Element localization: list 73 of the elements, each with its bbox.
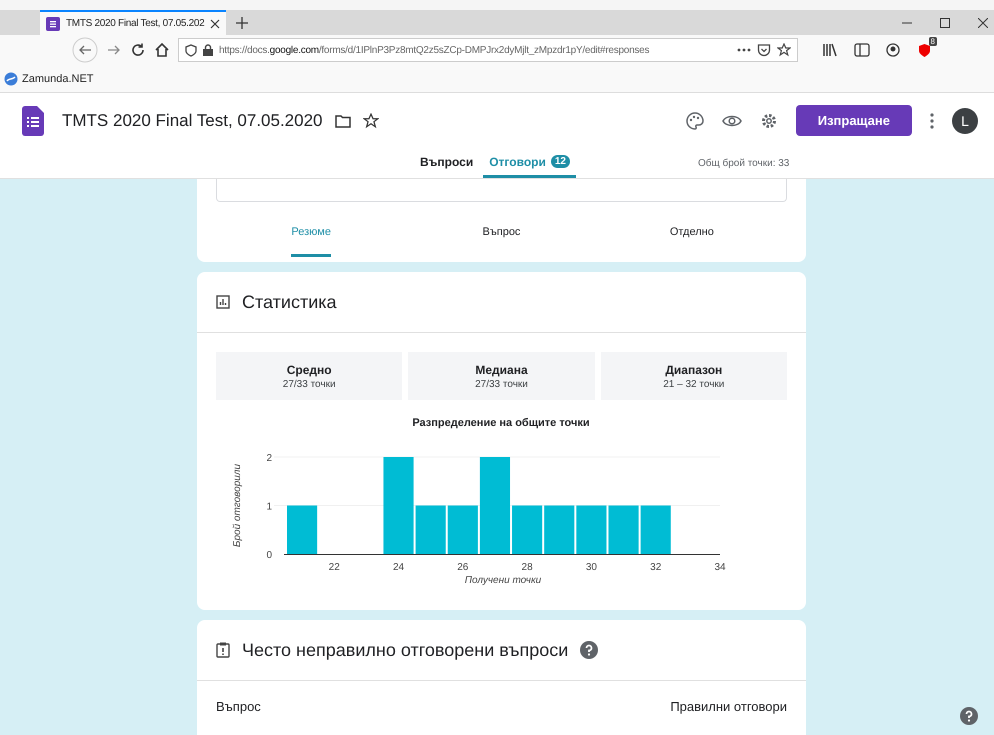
star-icon[interactable] [777, 43, 791, 57]
histogram-bar [640, 506, 671, 554]
help-icon[interactable] [960, 707, 978, 725]
help-icon[interactable] [580, 641, 598, 659]
view-tab[interactable]: Резюме [216, 202, 406, 262]
avatar[interactable]: L [952, 108, 978, 134]
card-title: Статистика [242, 292, 337, 312]
address-bar[interactable]: https://docs.google.com/forms/d/1IPlnP3Pz8mtQ2z5sZCp-DMPJrx2dyMjlt_zMpzdr1pY/edit#responses [178, 38, 798, 62]
y-tick-label: 2 [266, 453, 272, 464]
back-icon[interactable] [72, 37, 98, 63]
forms-icon [46, 16, 60, 30]
x-tick-label: 30 [586, 562, 597, 573]
total-points: Общ брой точки: 33 [698, 158, 790, 168]
chart-title: Разпределение на общите точки [412, 417, 590, 429]
stat-label: Диапазон [665, 362, 722, 376]
pocket-icon[interactable] [757, 43, 771, 57]
more-icon[interactable] [737, 48, 751, 52]
browser-tab[interactable]: TMTS 2020 Final Test, 07.05.202 [40, 10, 226, 35]
extension-badge: 8 [928, 36, 937, 46]
stat-value: 27/33 точки [282, 378, 336, 390]
y-tick-label: 1 [266, 502, 272, 512]
send-button[interactable]: Изпращане [796, 105, 912, 136]
x-tick-label: 26 [457, 562, 468, 573]
clipboard-alert-icon [216, 642, 230, 658]
card-title: Често неправилно отговорени въпроси [242, 640, 568, 660]
histogram-bar [448, 506, 478, 554]
lock-icon [203, 44, 213, 56]
globe-icon [4, 72, 18, 86]
x-tick-label: 34 [714, 562, 726, 573]
x-tick-label: 24 [392, 562, 404, 573]
column-header: Правилни отговори [670, 699, 787, 714]
stat-value: 27/33 точки [475, 378, 528, 390]
histogram-bar [287, 506, 318, 554]
reload-icon[interactable] [130, 42, 146, 58]
stat-label: Средно [286, 362, 332, 376]
x-tick-label: 22 [328, 562, 340, 573]
more-icon[interactable] [930, 112, 934, 128]
view-tab[interactable]: Въпрос [406, 202, 597, 262]
y-tick-label: 0 [266, 550, 272, 561]
histogram-bar [512, 506, 542, 554]
histogram-bar [544, 506, 574, 554]
x-tick-label: 28 [522, 562, 533, 573]
new-tab-icon[interactable] [236, 16, 248, 28]
close-icon[interactable] [210, 18, 220, 28]
settings-icon[interactable] [760, 112, 778, 130]
shield-icon[interactable] [918, 42, 931, 58]
chart-icon [216, 295, 230, 309]
form-tab[interactable]: Въпроси [414, 148, 480, 178]
histogram-bar [576, 506, 606, 554]
forms-icon[interactable] [22, 106, 44, 136]
histogram-bar [608, 506, 639, 554]
stat-label: Медиана [475, 362, 528, 376]
library-icon[interactable] [822, 43, 838, 57]
view-tab[interactable]: Отделно [596, 202, 787, 262]
eye-icon[interactable] [722, 114, 742, 128]
star-icon[interactable] [362, 112, 379, 128]
histogram-bar [416, 506, 446, 554]
y-axis-title: Брой отговорили [232, 464, 243, 548]
close-icon[interactable] [978, 18, 988, 28]
home-icon[interactable] [154, 42, 170, 58]
bookmark-link[interactable]: Zamunda.NET [22, 72, 94, 84]
form-title[interactable]: TMTS 2020 Final Test, 07.05.2020 [62, 110, 323, 130]
x-tick-label: 32 [650, 562, 662, 573]
palette-icon[interactable] [686, 112, 704, 130]
x-axis-title: Получени точки [464, 575, 542, 586]
stat-value: 21 – 32 точки [663, 378, 724, 390]
account-icon[interactable] [886, 43, 900, 57]
folder-icon[interactable] [334, 114, 351, 128]
response-count-badge: 12 [550, 155, 570, 168]
shield-icon [185, 44, 197, 56]
maximize-icon[interactable] [940, 18, 950, 28]
column-header: Въпрос [216, 699, 261, 714]
sidebar-icon[interactable] [854, 43, 870, 57]
